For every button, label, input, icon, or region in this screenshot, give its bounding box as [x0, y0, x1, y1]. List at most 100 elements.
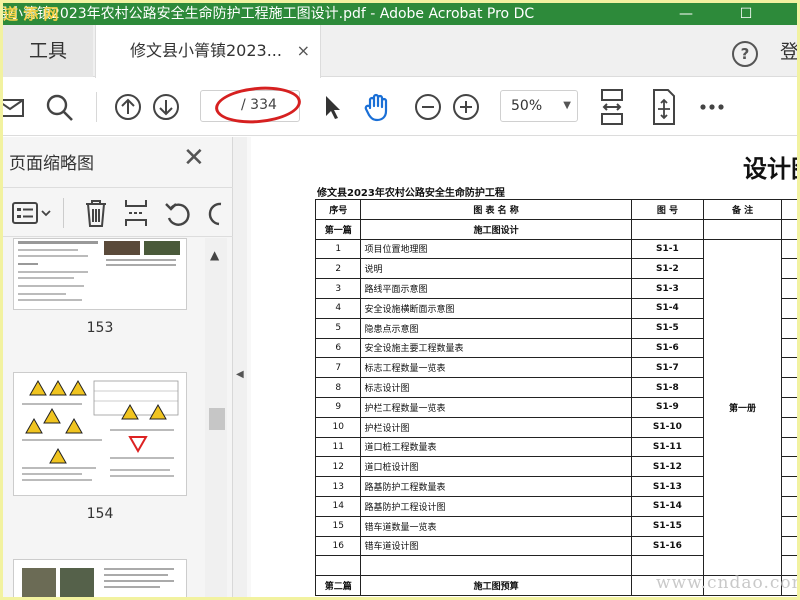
mail-icon[interactable]: [3, 92, 27, 122]
drawing-name: 说明: [360, 258, 632, 280]
drawing-name: 安全设施横断面示意图: [360, 297, 632, 319]
volume-note: 第一册: [703, 238, 782, 577]
maximize-button[interactable]: ☐: [723, 3, 769, 25]
zoom-out-icon[interactable]: [413, 92, 443, 122]
toolbar: / 334 50% ▼: [3, 78, 797, 136]
row-number: 3: [314, 278, 362, 299]
fit-width-icon[interactable]: [599, 88, 625, 126]
help-button[interactable]: ?: [732, 41, 758, 67]
row-number: 14: [314, 495, 362, 517]
table-cell: [781, 238, 797, 260]
drawing-name: 错车道数量一览表: [360, 515, 632, 537]
table-header: 序号: [314, 199, 362, 220]
drawing-code: S1-6: [630, 337, 705, 359]
rotate-counterclockwise-icon[interactable]: [163, 198, 193, 228]
page-thumbnails-panel: 页面缩略图 ✕ 153 154 ▲: [3, 137, 233, 597]
drawing-name: 道口桩设计图: [360, 456, 632, 478]
window-title: 县小箐镇2023年农村公路安全生命防护工程施工图设计.pdf - Adobe A…: [3, 6, 535, 22]
drawing-code: S1-8: [630, 377, 705, 398]
tab-document[interactable]: 修文县小箐镇2023... ×: [95, 25, 321, 78]
drawing-code: S1-5: [630, 317, 705, 339]
chevron-up-icon[interactable]: ▲: [210, 248, 219, 262]
row-number: 9: [314, 396, 362, 418]
section-row: 第一篇 施工图设计: [314, 218, 797, 240]
row-number: 6: [314, 337, 362, 359]
drawing-code: S1-9: [630, 396, 705, 418]
tab-document-label: 修文县小箐镇2023...: [130, 41, 282, 60]
thumbnail-scrollbar[interactable]: ▲: [205, 238, 227, 597]
next-page-icon[interactable]: [151, 92, 181, 122]
delete-page-icon[interactable]: [83, 198, 109, 228]
project-name: 修文县2023年农村公路安全生命防护工程: [317, 188, 505, 199]
drawing-index-table: 序号 图 表 名 称 图 号 备 注 第一篇 施工图设计 1 项目位置地理图 S1-…: [314, 199, 797, 596]
drawing-code: S1-10: [630, 416, 705, 438]
page-thumbnail-153[interactable]: [13, 238, 187, 310]
drawing-name: 错车道设计图: [360, 535, 632, 557]
table-header: 图 号: [630, 199, 705, 220]
page-thumbnail-154[interactable]: [13, 372, 187, 496]
row-number: 11: [314, 436, 362, 458]
table-cell: [781, 515, 797, 537]
table-cell: [630, 218, 705, 240]
title-bar: 县小箐镇2023年农村公路安全生命防护工程施工图设计.pdf - Adobe A…: [3, 3, 797, 25]
table-cell: [781, 278, 797, 299]
select-cursor-icon[interactable]: [321, 92, 343, 122]
row-number: 12: [314, 456, 362, 478]
table-header-row: 序号 图 表 名 称 图 号 备 注: [314, 199, 797, 220]
page-thumbnail-155[interactable]: [13, 559, 187, 597]
table-cell: [781, 456, 797, 478]
table-row: 1 项目位置地理图 S1-1 第一册: [314, 238, 797, 577]
row-number: 1: [314, 238, 362, 260]
drawing-code: S1-14: [630, 495, 705, 517]
section-title: 施工图预算: [360, 575, 632, 596]
drawing-name: 护栏工程数量一览表: [360, 396, 632, 418]
table-cell: [360, 555, 632, 577]
section-label: 第二篇: [314, 575, 362, 596]
thumbnail-options-icon[interactable]: [11, 200, 51, 226]
panel-title: 页面缩略图: [9, 154, 94, 174]
document-view[interactable]: 设计图 修文县2023年农村公路安全生命防护工程 序号 图 表 名 称 图 号 …: [247, 137, 797, 597]
table-cell: [781, 416, 797, 438]
table-cell: [781, 535, 797, 557]
previous-page-icon[interactable]: [113, 92, 143, 122]
drawing-code: S1-15: [630, 515, 705, 537]
row-number: 10: [314, 416, 362, 438]
thumbnail-preview: [22, 379, 179, 481]
drawing-code: S1-4: [630, 297, 705, 319]
rotate-clockwise-icon[interactable]: [205, 198, 233, 228]
fit-page-icon[interactable]: [649, 88, 679, 126]
tab-bar: 工具 修文县小箐镇2023... × ? 登: [3, 25, 797, 78]
table-cell: [781, 396, 797, 418]
site-watermark: www.cndao.com: [656, 573, 797, 593]
tab-tools[interactable]: 工具: [3, 25, 93, 77]
minimize-button[interactable]: —: [663, 3, 709, 25]
drawing-name: 项目位置地理图: [360, 238, 632, 260]
table-cell: [703, 218, 782, 240]
search-icon[interactable]: [45, 92, 75, 122]
table-header: 图 表 名 称: [360, 199, 632, 220]
table-cell: [781, 218, 797, 240]
toolbar-separator: [96, 92, 97, 122]
extract-pages-icon[interactable]: [123, 198, 149, 228]
tab-close-button[interactable]: ×: [297, 25, 310, 77]
row-number: 13: [314, 476, 362, 497]
zoom-in-icon[interactable]: [451, 92, 481, 122]
row-number: 5: [314, 317, 362, 339]
table-cell: [781, 357, 797, 379]
drawing-code: S1-13: [630, 476, 705, 497]
site-watermark-logo: 道 添 网: [3, 5, 59, 23]
table-cell: [781, 436, 797, 458]
table-cell: [781, 495, 797, 517]
table-cell: [781, 476, 797, 497]
scrollbar-thumb[interactable]: [209, 408, 225, 430]
panel-collapse-handle[interactable]: ◀: [233, 137, 247, 597]
row-number: 2: [314, 258, 362, 280]
row-number: 8: [314, 377, 362, 398]
login-button[interactable]: 登: [780, 37, 797, 64]
zoom-select[interactable]: 50% ▼: [500, 90, 578, 122]
panel-close-button[interactable]: ✕: [183, 143, 205, 173]
panel-toolbar: [3, 187, 233, 237]
table-cell: [781, 337, 797, 359]
hand-tool-icon[interactable]: [361, 92, 395, 122]
more-options-icon[interactable]: [698, 92, 726, 122]
